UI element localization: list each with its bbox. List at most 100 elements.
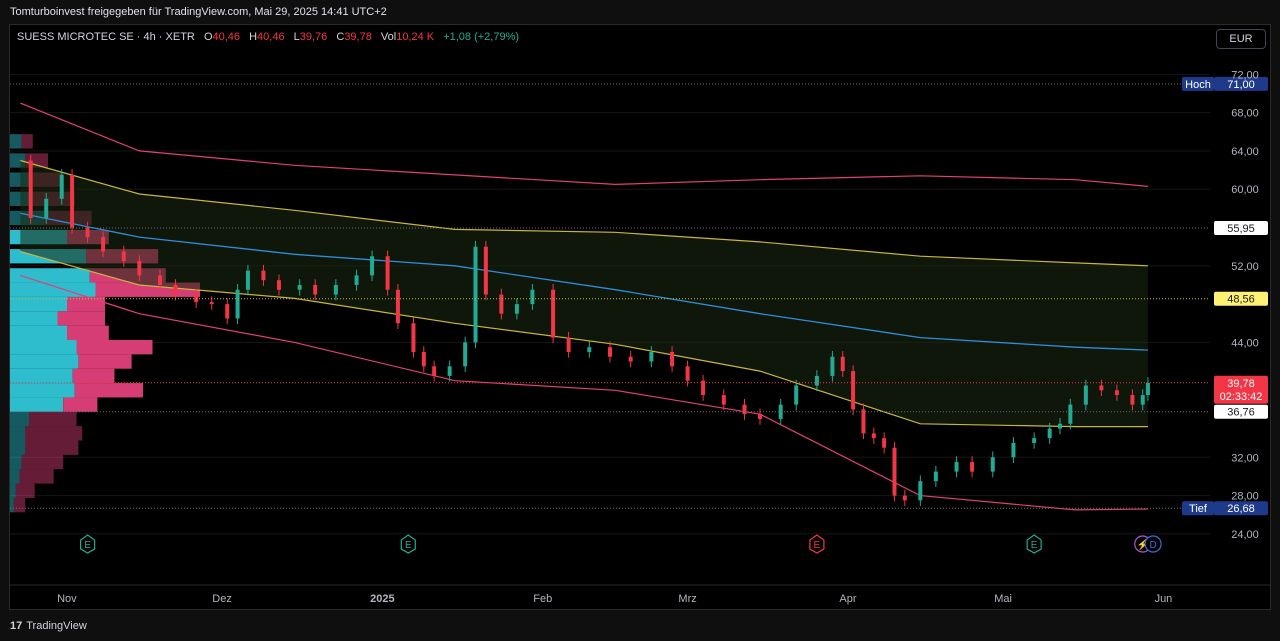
candle-body [1068, 404, 1073, 424]
candle-body [333, 284, 338, 295]
high-value: 40,46 [257, 31, 285, 43]
candle-body [990, 457, 995, 472]
volume-profile-down-bar [21, 134, 33, 149]
candle-body [499, 294, 504, 314]
volume-profile-up-bar [10, 454, 22, 470]
volume-profile-down-bar [29, 411, 77, 427]
volume-profile-up-bar [10, 469, 20, 484]
event-markers: E E E E ⚡ D [79, 534, 1162, 554]
candle-body [370, 256, 375, 276]
candle-body [276, 280, 281, 290]
volume-profile-up-bar [10, 311, 58, 326]
event-glyph: E [1031, 540, 1038, 551]
price-badge-value: 39,78 [1227, 378, 1255, 390]
volume-profile-up-bar [10, 325, 67, 341]
volume-profile-down-bar [25, 426, 83, 441]
currency-button[interactable]: EUR [1216, 29, 1266, 49]
event-glyph: E [814, 540, 821, 551]
volume-profile-down-bar [78, 354, 132, 369]
candle-body [1083, 385, 1088, 405]
volume-profile-down-bar [72, 368, 115, 384]
candle-body [670, 351, 675, 367]
candle-body [1114, 390, 1119, 396]
y-tick-label: 68,00 [1231, 108, 1259, 120]
candle-body [297, 284, 302, 290]
price-badge-value: 26,68 [1227, 503, 1255, 515]
event-glyph: E [84, 540, 91, 551]
high-label: H [249, 31, 258, 43]
candle-body [587, 347, 592, 352]
candle-body [101, 237, 106, 252]
candle-body [245, 270, 250, 290]
candle-body [121, 251, 126, 262]
volume-profile-up-bar [10, 411, 29, 427]
volume-profile-down-bar [25, 440, 79, 455]
y-tick-label: 72,00 [1231, 69, 1259, 81]
event-glyph: D [1149, 540, 1156, 551]
candle-body [794, 385, 799, 405]
volume-profile-up-bar [10, 354, 79, 369]
x-tick-label: Apr [839, 593, 856, 605]
volume-profile-up-bar [10, 440, 26, 455]
y-tick-label: 44,00 [1231, 337, 1259, 349]
volume-profile-up-bar [10, 368, 73, 384]
candle-body [918, 481, 923, 501]
candle-body [742, 404, 747, 415]
candle-body [933, 471, 938, 482]
candle-body [173, 284, 178, 295]
y-tick-label: 60,00 [1231, 184, 1259, 196]
y-tick-label: 32,00 [1231, 452, 1259, 464]
candle-body [1047, 428, 1052, 439]
volume-label: Vol [380, 31, 397, 43]
volume-profile-up-bar [10, 397, 64, 412]
change-value: +1,08 (+2,79%) [443, 31, 520, 43]
candle-body [70, 174, 75, 228]
x-tick-label: Dez [212, 593, 232, 605]
volume-profile-down-bar [15, 483, 35, 498]
x-tick-label: Feb [533, 593, 552, 605]
candle-body [954, 462, 959, 472]
candle-body [758, 414, 762, 419]
volume-profile-down-bar [63, 397, 98, 412]
upper-outer-band [20, 102, 1148, 187]
volume-profile-up-bar [10, 383, 75, 398]
volume-profile-down-bar [74, 383, 143, 398]
symbol-title[interactable]: SUESS MICROTEC SE · 4h · XETR [17, 31, 195, 43]
candle-body [473, 246, 478, 343]
candle-body [411, 323, 416, 352]
price-badge-value: 55,95 [1227, 223, 1255, 235]
tradingview-logo[interactable]: 17 TradingView [10, 620, 87, 632]
footer-bar [0, 611, 1280, 641]
candle-body [235, 289, 240, 319]
volume-profile-down-bar [76, 340, 153, 355]
candle-body [1099, 385, 1104, 391]
volume-profile-up-bar [10, 340, 77, 355]
event-glyph: E [405, 540, 412, 551]
candle-body [882, 438, 887, 448]
tradingview-brand: TradingView [26, 620, 87, 632]
candle-body [830, 356, 835, 376]
candle-body [871, 433, 876, 439]
volume-profile-down-bar [67, 325, 109, 341]
candle-body [1058, 423, 1062, 429]
candle-body [85, 227, 90, 238]
candle-body [158, 275, 162, 285]
volume-profile-up-bar [10, 134, 22, 149]
candle-body [261, 270, 266, 281]
open-label: O [203, 31, 213, 43]
x-tick-label: 2025 [370, 593, 394, 605]
level-label: Tief [1189, 503, 1208, 515]
tradingview-logo-icon: 17 [10, 620, 23, 632]
candle-body [608, 347, 612, 357]
volume-profile-down-bar [21, 454, 64, 470]
candle-body [649, 351, 654, 362]
candle-body [1032, 438, 1037, 443]
low-value: 39,76 [299, 31, 328, 43]
price-chart[interactable]: 71,00Hoch55,9548,5639,7802:33:4236,7626,… [0, 0, 1280, 641]
y-tick-label: 64,00 [1231, 146, 1259, 158]
candle-body [685, 366, 690, 381]
candle-body [861, 409, 866, 434]
close-value: 39,78 [344, 31, 372, 43]
x-axis: Nov Dez 2025 Feb Mrz Apr Mai Jun [10, 584, 1270, 605]
volume-value: 10,24 K [396, 31, 435, 43]
